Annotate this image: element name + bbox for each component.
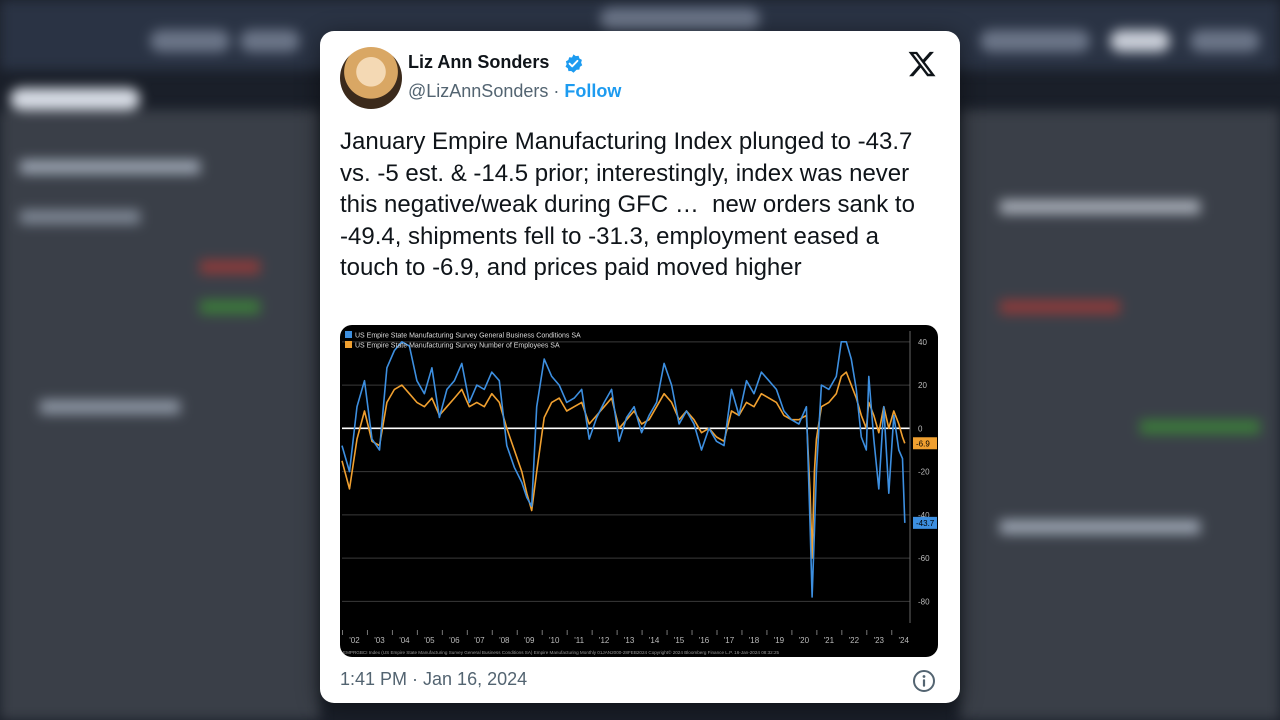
last-value-label: -6.9 bbox=[916, 439, 930, 448]
legend-swatch bbox=[345, 341, 352, 348]
x-tick-label: '03 bbox=[374, 636, 385, 645]
chart-svg: 40200-20-40-60-80'02'03'04'05'06'07'08'0… bbox=[341, 331, 937, 655]
chart-footer: EMPRGBCI Index (US Empire State Manufact… bbox=[343, 649, 780, 655]
info-icon[interactable] bbox=[912, 669, 936, 693]
x-tick-label: '20 bbox=[799, 636, 810, 645]
separator-dot: · bbox=[553, 81, 560, 101]
handle[interactable]: @LizAnnSonders bbox=[408, 81, 548, 101]
x-tick-label: '09 bbox=[524, 636, 535, 645]
legend-swatch bbox=[345, 331, 352, 338]
x-tick-label: '14 bbox=[649, 636, 660, 645]
last-value-label: -43.7 bbox=[916, 519, 935, 528]
y-tick-label: 20 bbox=[918, 381, 927, 390]
timestamp[interactable]: 1:41 PM · Jan 16, 2024 bbox=[340, 669, 527, 690]
x-tick-label: '15 bbox=[674, 636, 685, 645]
handle-row: @LizAnnSonders · Follow bbox=[408, 81, 621, 102]
x-logo-icon[interactable] bbox=[907, 49, 937, 79]
x-tick-label: '16 bbox=[699, 636, 710, 645]
x-tick-label: '04 bbox=[399, 636, 410, 645]
y-tick-label: 0 bbox=[918, 424, 923, 433]
tweet-card: Liz Ann Sonders @LizAnnSonders · Follow … bbox=[320, 31, 960, 703]
x-tick-label: '22 bbox=[849, 636, 860, 645]
y-tick-label: -60 bbox=[918, 554, 930, 563]
y-tick-label: -80 bbox=[918, 597, 930, 606]
tweet-text: January Empire Manufacturing Index plung… bbox=[340, 128, 922, 281]
x-tick-label: '02 bbox=[349, 636, 360, 645]
y-tick-label: -20 bbox=[918, 468, 930, 477]
x-tick-label: '12 bbox=[599, 636, 610, 645]
author-name[interactable]: Liz Ann Sonders bbox=[408, 52, 549, 73]
chart-image[interactable]: 40 20 0 -20 -40 -60 -80'02'03'04'05'06'07'08'0… bbox=[340, 325, 938, 657]
x-tick-label: '05 bbox=[424, 636, 435, 645]
x-tick-label: '19 bbox=[774, 636, 785, 645]
x-tick-label: '24 bbox=[899, 636, 910, 645]
x-tick-label: '07 bbox=[474, 636, 485, 645]
legend-label: US Empire State Manufacturing Survey Num… bbox=[355, 343, 560, 350]
x-tick-label: '13 bbox=[624, 636, 635, 645]
x-tick-label: '06 bbox=[449, 636, 460, 645]
x-tick-label: '18 bbox=[749, 636, 760, 645]
x-tick-label: '21 bbox=[824, 636, 835, 645]
x-tick-label: '10 bbox=[549, 636, 560, 645]
x-tick-label: '08 bbox=[499, 636, 510, 645]
x-tick-label: '23 bbox=[874, 636, 885, 645]
x-tick-label: '11 bbox=[574, 636, 584, 645]
legend-label: US Empire State Manufacturing Survey Gen… bbox=[355, 333, 581, 340]
x-tick-label: '17 bbox=[724, 636, 735, 645]
y-tick-label: 40 bbox=[918, 338, 927, 347]
series-line-general bbox=[341, 340, 906, 598]
verified-badge-icon bbox=[565, 54, 583, 73]
avatar[interactable] bbox=[340, 47, 402, 109]
follow-button[interactable]: Follow bbox=[564, 81, 621, 101]
